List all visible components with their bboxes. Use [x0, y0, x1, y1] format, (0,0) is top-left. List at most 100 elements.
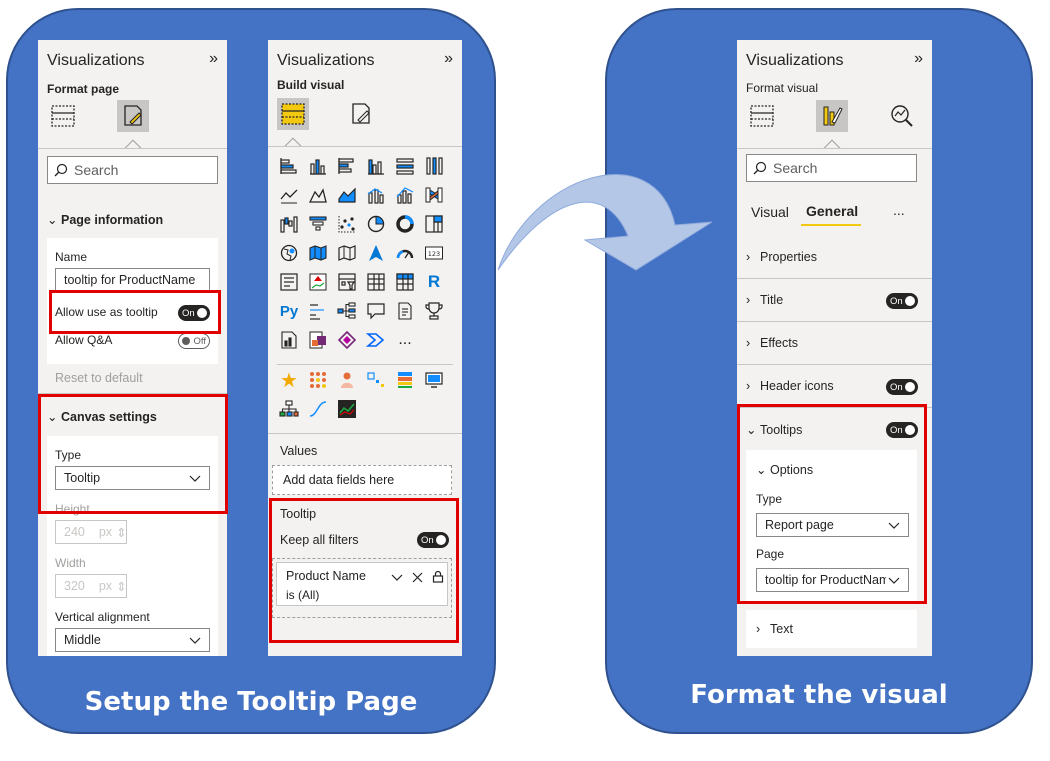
- stacked-area-icon[interactable]: [335, 183, 359, 207]
- power-automate-icon[interactable]: [335, 328, 359, 352]
- double-chevron-right-icon[interactable]: »: [444, 50, 453, 68]
- format-page-pane: Visualizations » Format page Search ⌄ Pag…: [38, 40, 227, 656]
- stacked-bar-icon[interactable]: [277, 154, 301, 178]
- pane-title: Visualizations: [746, 52, 844, 69]
- pane-subtitle: Build visual: [277, 78, 345, 92]
- build-visual-tab-icon[interactable]: [746, 100, 778, 132]
- card-icon[interactable]: 123: [422, 241, 446, 265]
- heatmap-custom-icon[interactable]: [393, 368, 417, 392]
- ribbon-chart-icon[interactable]: [422, 183, 446, 207]
- allow-qa-toggle[interactable]: Off: [178, 333, 210, 349]
- header-icons-toggle[interactable]: On: [886, 379, 918, 395]
- table-icon[interactable]: [364, 270, 388, 294]
- values-label: Values: [280, 444, 318, 458]
- funnel-icon[interactable]: [306, 212, 330, 236]
- line-chart-icon[interactable]: [277, 183, 301, 207]
- format-visual-paintbrush-tab-icon[interactable]: [816, 100, 848, 132]
- section-text[interactable]: › Text: [756, 622, 793, 636]
- waterfall-icon[interactable]: [277, 212, 301, 236]
- clustered-bar-icon[interactable]: [335, 154, 359, 178]
- shape-map-icon[interactable]: [335, 241, 359, 265]
- pane-subtitle: Format visual: [746, 81, 819, 95]
- more-options-button[interactable]: ...: [893, 202, 905, 218]
- divider: [737, 364, 932, 365]
- 100-column-icon[interactable]: [422, 154, 446, 178]
- name-field[interactable]: tooltip for ProductName: [55, 268, 210, 292]
- power-apps-icon[interactable]: [306, 328, 330, 352]
- goals-icon[interactable]: [422, 299, 446, 323]
- dark-line-icon[interactable]: [335, 397, 359, 421]
- r-visual-icon[interactable]: R: [422, 270, 446, 294]
- org-chart-icon[interactable]: [277, 397, 301, 421]
- azure-map-icon[interactable]: [364, 241, 388, 265]
- s-curve-icon[interactable]: [306, 397, 330, 421]
- name-label: Name: [55, 250, 88, 264]
- multirow-card-icon[interactable]: [277, 270, 301, 294]
- highlight-canvas-settings: [38, 394, 228, 514]
- add-data-fields-dropzone[interactable]: Add data fields here: [272, 465, 452, 495]
- line-column-icon[interactable]: [364, 183, 388, 207]
- qa-icon[interactable]: [364, 299, 388, 323]
- double-chevron-right-icon[interactable]: »: [914, 50, 923, 68]
- slicer-icon[interactable]: [335, 270, 359, 294]
- decomposition-tree-icon[interactable]: [335, 299, 359, 323]
- python-visual-icon[interactable]: Py: [277, 299, 301, 323]
- tab-general[interactable]: General: [806, 203, 858, 219]
- caption-format-visual: Format the visual: [690, 680, 948, 710]
- format-paintbrush-tab-icon[interactable]: [117, 100, 149, 132]
- 100-bar-icon[interactable]: [393, 154, 417, 178]
- pane-title: Visualizations: [47, 52, 145, 69]
- donut-chart-icon[interactable]: [393, 212, 417, 236]
- search-input[interactable]: Search: [47, 156, 218, 184]
- build-visual-tab-icon[interactable]: [47, 100, 79, 132]
- highlight-allow-tooltip: [49, 290, 221, 334]
- divider: [737, 148, 932, 149]
- section-header-icons[interactable]: › Header icons: [746, 379, 834, 393]
- search-input[interactable]: Search: [746, 154, 917, 182]
- double-chevron-right-icon[interactable]: »: [209, 50, 218, 68]
- gauge-icon[interactable]: [393, 241, 417, 265]
- key-influencers-icon[interactable]: [306, 299, 330, 323]
- format-paintbrush-tab-icon[interactable]: [345, 98, 377, 130]
- chevron-down-icon: [189, 637, 201, 644]
- monitor-custom-icon[interactable]: [422, 368, 446, 392]
- curved-arrow-icon: [497, 174, 713, 271]
- vertical-alignment-dropdown[interactable]: Middle: [55, 628, 210, 652]
- star-visual-icon[interactable]: ★: [277, 368, 301, 392]
- section-effects[interactable]: › Effects: [746, 336, 798, 350]
- highlight-tooltip-well: [269, 498, 459, 643]
- analytics-magnifier-tab-icon[interactable]: [886, 100, 918, 132]
- area-chart-icon[interactable]: [306, 183, 330, 207]
- stepper-icon: ⇕: [116, 525, 127, 540]
- chevron-right-icon: ›: [746, 250, 751, 264]
- person-visual-icon[interactable]: [335, 368, 359, 392]
- dot-grid-visual-icon[interactable]: [306, 368, 330, 392]
- matrix-icon[interactable]: [393, 270, 417, 294]
- chevron-right-icon: ›: [746, 336, 751, 350]
- power-automate-flow-icon[interactable]: [364, 328, 388, 352]
- build-visual-tab-icon[interactable]: [277, 98, 309, 130]
- filled-map-icon[interactable]: [306, 241, 330, 265]
- line-clustered-icon[interactable]: [393, 183, 417, 207]
- clustered-column-icon[interactable]: [364, 154, 388, 178]
- treemap-icon[interactable]: [422, 212, 446, 236]
- scatter-custom-icon[interactable]: [364, 368, 388, 392]
- page-information-header[interactable]: ⌄ Page information: [47, 212, 163, 228]
- section-title[interactable]: › Title: [746, 293, 783, 307]
- section-properties[interactable]: › Properties: [746, 250, 817, 264]
- custom-visual-grid: ★: [277, 368, 446, 421]
- scatter-icon[interactable]: [335, 212, 359, 236]
- text-section-card[interactable]: › Text: [746, 610, 917, 648]
- pie-chart-icon[interactable]: [364, 212, 388, 236]
- title-toggle[interactable]: On: [886, 293, 918, 309]
- tab-visual[interactable]: Visual: [751, 204, 789, 220]
- stacked-column-icon[interactable]: [306, 154, 330, 178]
- paginated-report-icon[interactable]: [277, 328, 301, 352]
- kpi-icon[interactable]: [306, 270, 330, 294]
- reset-to-default-link[interactable]: Reset to default: [55, 371, 143, 385]
- divider: [277, 364, 453, 365]
- more-icon[interactable]: ...: [393, 328, 417, 352]
- map-icon[interactable]: [277, 241, 301, 265]
- smart-narrative-icon[interactable]: [393, 299, 417, 323]
- divider: [268, 146, 462, 147]
